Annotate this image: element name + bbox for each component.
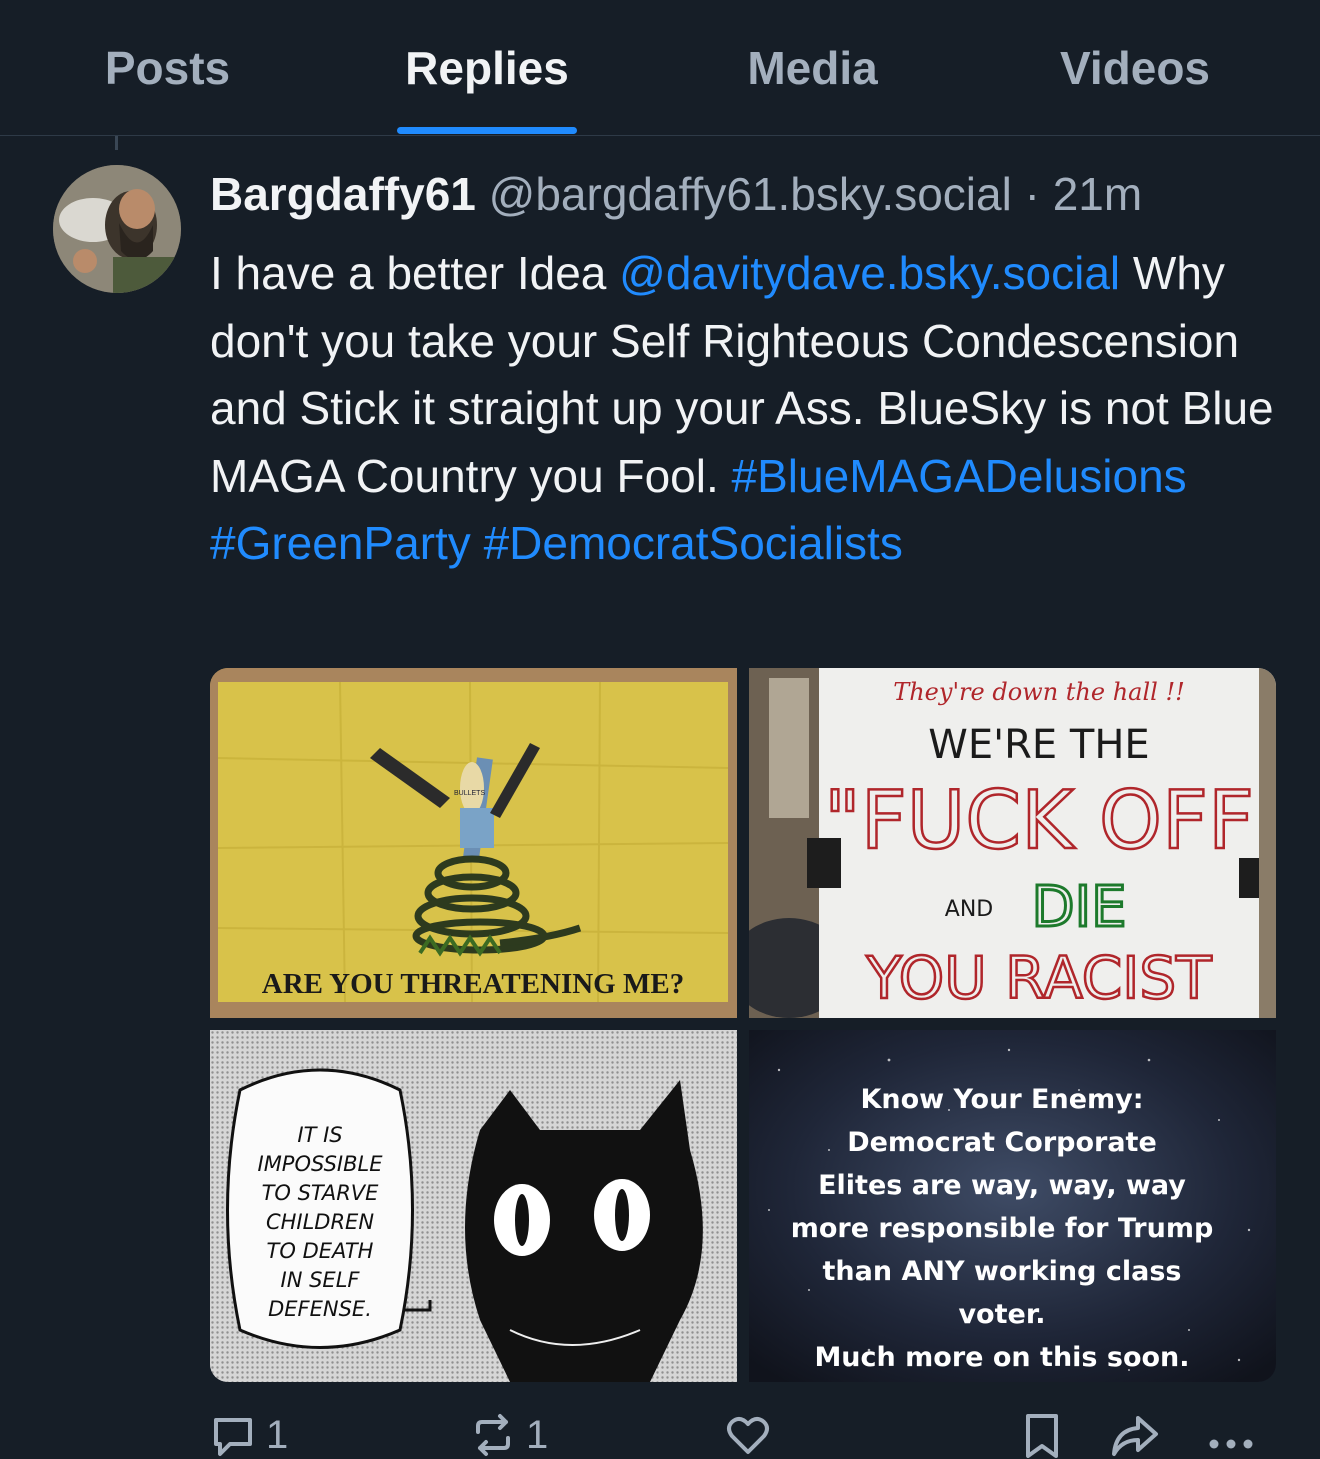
post-image[interactable]: Know Your Enemy: Democrat Corporate Elit… xyxy=(749,1030,1276,1382)
post-time[interactable]: 21m xyxy=(1053,168,1142,220)
overlay-line: voter. xyxy=(958,1299,1045,1330)
overlay-line: Elites are way, way, way xyxy=(818,1170,1186,1201)
share-icon xyxy=(1112,1416,1158,1456)
manga-panel-image: IT IS IMPOSSIBLE TO STARVE CHILDREN TO D… xyxy=(210,1030,737,1382)
like-icon xyxy=(727,1417,769,1454)
overlay-line: more responsible for Trump xyxy=(791,1213,1214,1244)
post-media-grid: BULLETS ARE YOU THREATENING ME? They're … xyxy=(210,668,1276,1382)
share-button[interactable] xyxy=(1110,1412,1160,1458)
hashtag-link[interactable]: #DemocratSocialists xyxy=(484,517,903,569)
post-image[interactable]: They're down the hall !! WE'RE THE "FUCK… xyxy=(749,668,1276,1018)
bubble-line: IMPOSSIBLE xyxy=(258,1152,384,1176)
repost-count: 1 xyxy=(526,1412,549,1457)
bubble-line: IN SELF xyxy=(281,1268,361,1292)
post-text-part: I have a better Idea xyxy=(210,247,620,299)
tab-videos[interactable]: Videos xyxy=(1025,0,1245,135)
sign-line: YOU RACIST xyxy=(865,944,1212,1012)
starry-text-image: Know Your Enemy: Democrat Corporate Elit… xyxy=(749,1030,1276,1382)
post-actions: 1 1 xyxy=(210,1412,1290,1459)
bubble-line: TO STARVE xyxy=(262,1181,380,1205)
profile-tabs: Posts Replies Media Videos xyxy=(0,0,1320,136)
mention-link[interactable]: @davitydave.bsky.social xyxy=(619,247,1120,299)
bubble-line: TO DEATH xyxy=(267,1239,374,1263)
flag-caption: ARE YOU THREATENING ME? xyxy=(262,968,684,1000)
bookmark-icon xyxy=(1026,1414,1058,1458)
reply-icon xyxy=(214,1418,252,1456)
bubble-line: IT IS xyxy=(297,1123,342,1147)
thread-connector-line xyxy=(115,136,118,150)
sign-top-line: They're down the hall !! xyxy=(893,678,1185,706)
more-icon xyxy=(1209,1439,1253,1449)
bookmark-button[interactable] xyxy=(1022,1412,1062,1458)
tab-replies[interactable]: Replies xyxy=(377,0,597,135)
avatar[interactable] xyxy=(53,165,181,293)
overlay-line: Much more on this soon. xyxy=(814,1342,1189,1373)
overlay-line: Democrat Corporate xyxy=(847,1127,1157,1158)
avatar-image xyxy=(53,165,181,293)
bubble-line: DEFENSE. xyxy=(268,1297,372,1321)
post-image[interactable]: IT IS IMPOSSIBLE TO STARVE CHILDREN TO D… xyxy=(210,1030,737,1382)
active-tab-indicator xyxy=(397,127,577,134)
reply-button[interactable]: 1 xyxy=(210,1412,288,1458)
shirt-label: BULLETS xyxy=(454,790,485,797)
sign-line: "FUCK OFF xyxy=(824,774,1254,867)
protest-sign-image: They're down the hall !! WE'RE THE "FUCK… xyxy=(749,668,1276,1018)
overlay-line: than ANY working class xyxy=(822,1256,1181,1287)
author-name[interactable]: Bargdaffy61 xyxy=(210,168,476,220)
overlay-line: Know Your Enemy: xyxy=(860,1084,1143,1115)
like-button[interactable] xyxy=(724,1412,772,1458)
tab-media[interactable]: Media xyxy=(705,0,920,135)
repost-icon xyxy=(476,1414,510,1456)
hashtag-link[interactable]: #GreenParty xyxy=(210,517,471,569)
bubble-line: CHILDREN xyxy=(266,1210,374,1234)
repost-button[interactable]: 1 xyxy=(470,1412,548,1458)
tab-posts[interactable]: Posts xyxy=(65,0,270,135)
hashtag-link[interactable]: #BlueMAGADelusions xyxy=(732,450,1187,502)
post-header: Bargdaffy61 @bargdaffy61.bsky.social · 2… xyxy=(210,165,1290,223)
more-options-button[interactable] xyxy=(1206,1412,1256,1458)
sign-line: AND xyxy=(945,897,993,922)
flag-image: BULLETS ARE YOU THREATENING ME? xyxy=(210,668,737,1018)
separator-dot: · xyxy=(1024,168,1040,220)
reply-count: 1 xyxy=(266,1412,289,1457)
sign-line: DIE xyxy=(1031,875,1126,940)
sign-line: WE'RE THE xyxy=(928,722,1149,768)
author-handle[interactable]: @bargdaffy61.bsky.social xyxy=(489,168,1012,220)
post-text: I have a better Idea @davitydave.bsky.so… xyxy=(210,240,1290,578)
post-image[interactable]: BULLETS ARE YOU THREATENING ME? xyxy=(210,668,737,1018)
